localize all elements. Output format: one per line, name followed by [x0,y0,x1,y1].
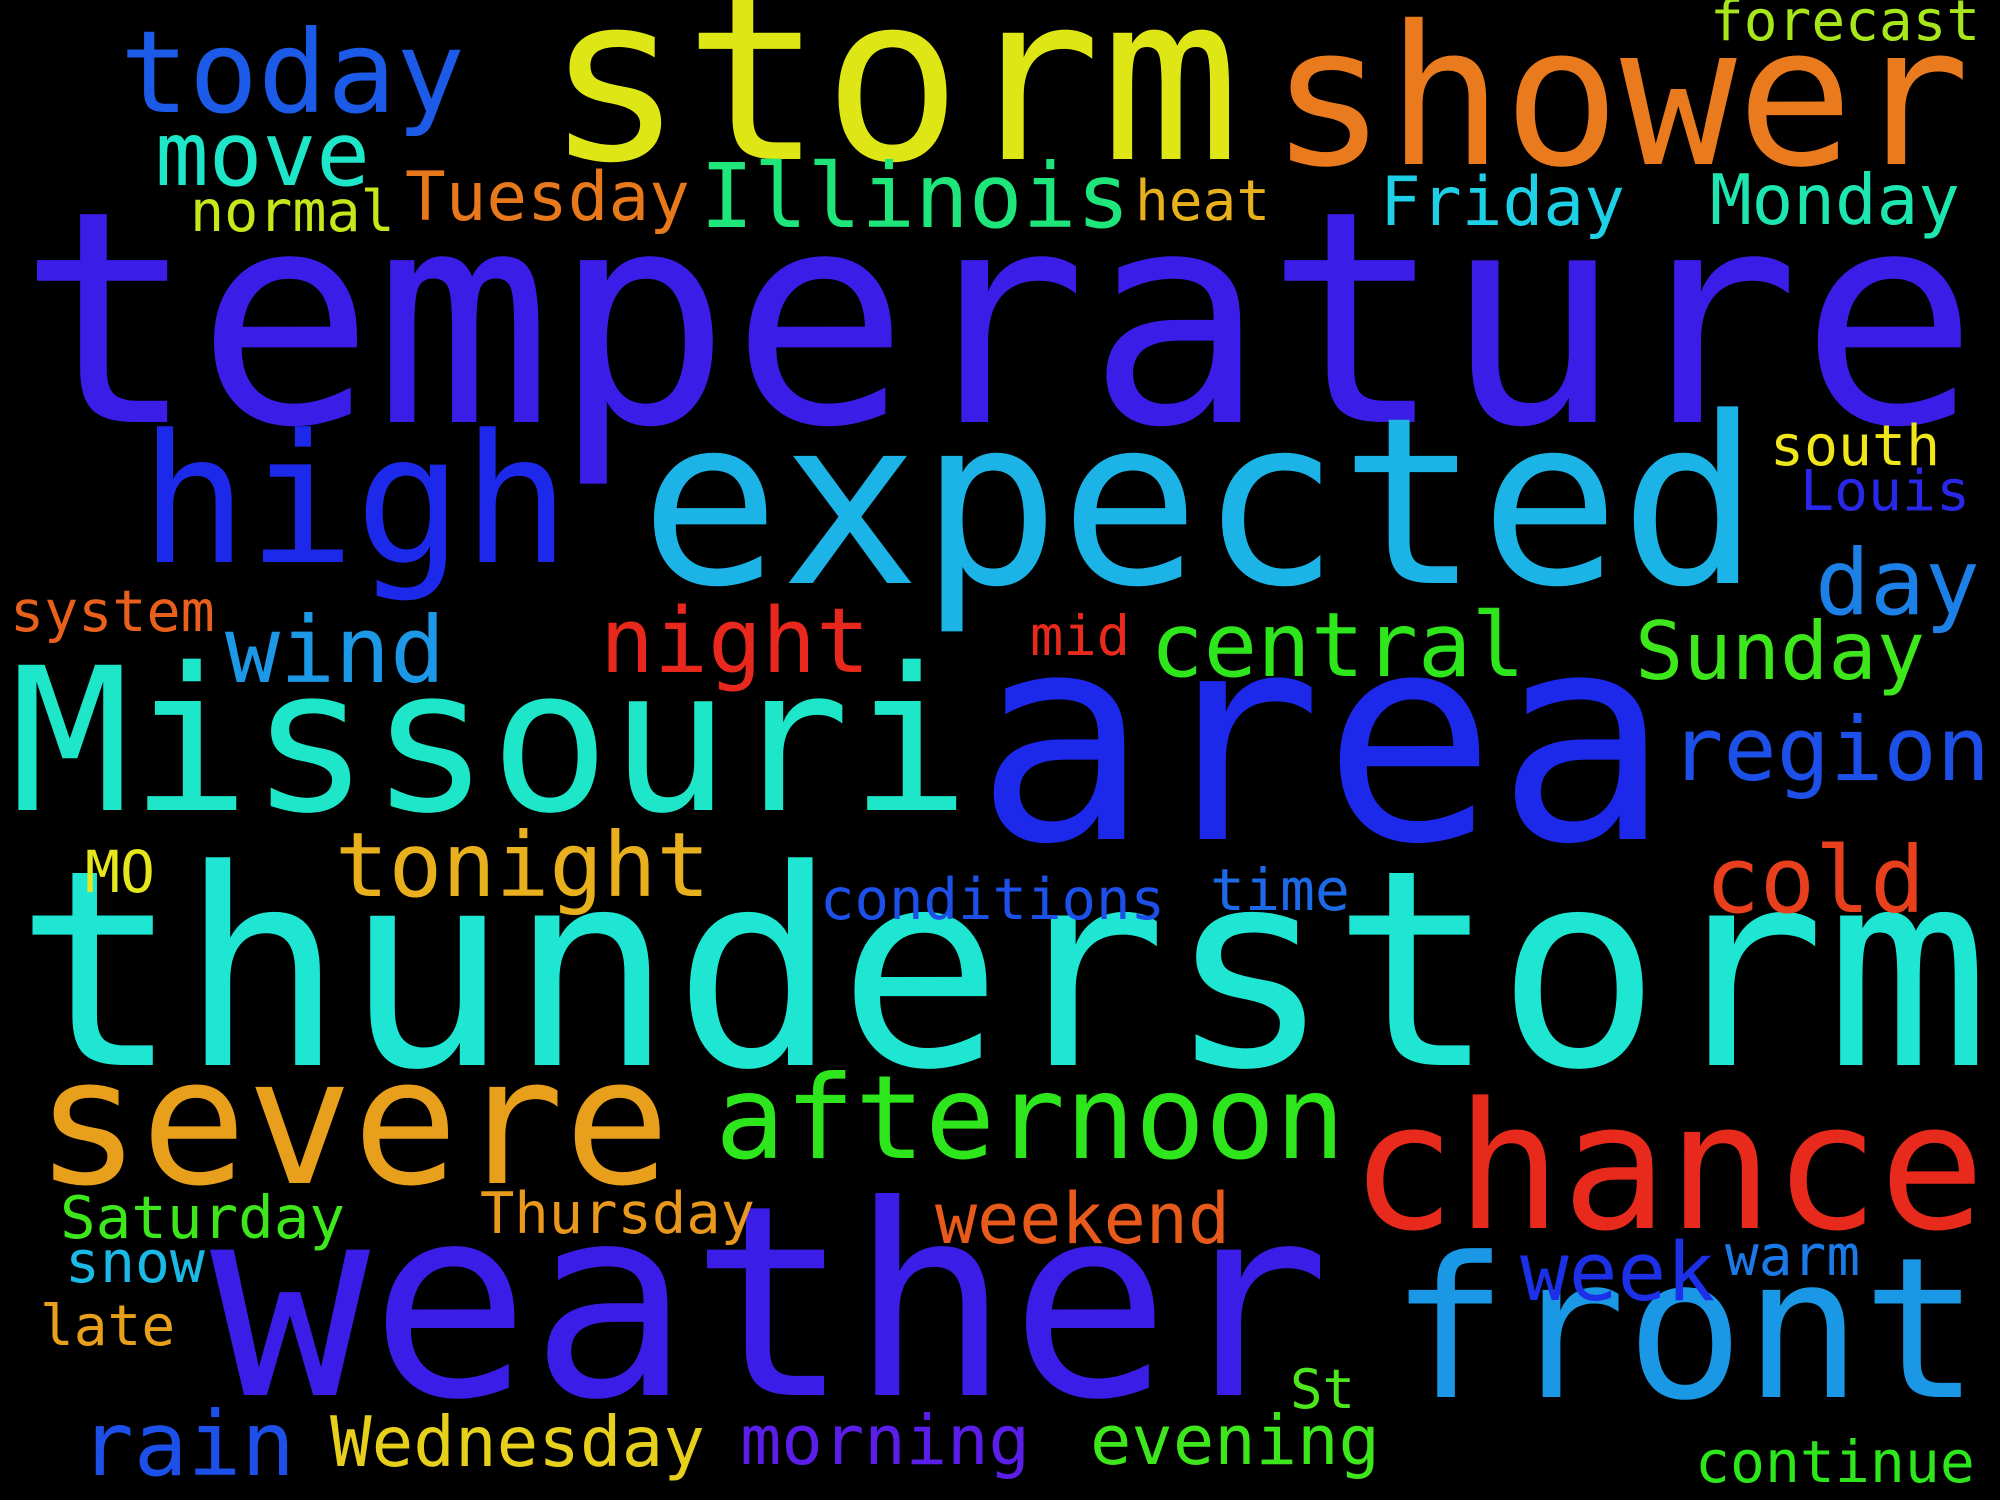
word-warm: warm [1725,1224,1861,1290]
word-wind: wind [225,596,446,704]
word-late: late [40,1294,176,1360]
word-friday: Friday [1380,161,1625,241]
word-expected: expected [640,367,1760,639]
word-st: St [1290,1357,1356,1421]
word-heat: heat [1135,169,1271,235]
word-region: region [1670,698,1991,802]
word-high: high [140,396,571,605]
word-thursday: Thursday [480,1181,755,1248]
word-night: night [600,590,870,695]
word-rain: rain [80,1392,296,1497]
word-cloud: temperature thunderstorm weather area st… [0,0,2000,1500]
word-tonight: tonight [335,813,711,918]
word-day: day [1815,529,1980,637]
word-time: time [1210,855,1350,924]
word-weekend: weekend [935,1178,1231,1260]
word-system: system [10,578,215,645]
word-morning: morning [740,1401,1030,1482]
word-tuesday: Tuesday [405,156,690,236]
word-monday: Monday [1710,160,1960,241]
word-afternoon: afternoon [715,1051,1346,1187]
word-illinois: Illinois [700,145,1131,250]
word-continue: continue [1695,1428,1975,1496]
word-cold: cold [1705,826,1926,934]
word-week: week [1520,1226,1716,1320]
word-mo: MO [85,838,155,906]
word-central: central [1150,593,1526,698]
word-mid: mid [1030,604,1131,669]
word-louis: Louis [1800,458,1971,524]
word-forecast: forecast [1710,0,1981,55]
word-conditions: conditions [820,866,1165,933]
word-snow: snow [65,1228,205,1296]
word-wednesday: Wednesday [330,1403,705,1484]
word-normal: normal [190,178,395,245]
